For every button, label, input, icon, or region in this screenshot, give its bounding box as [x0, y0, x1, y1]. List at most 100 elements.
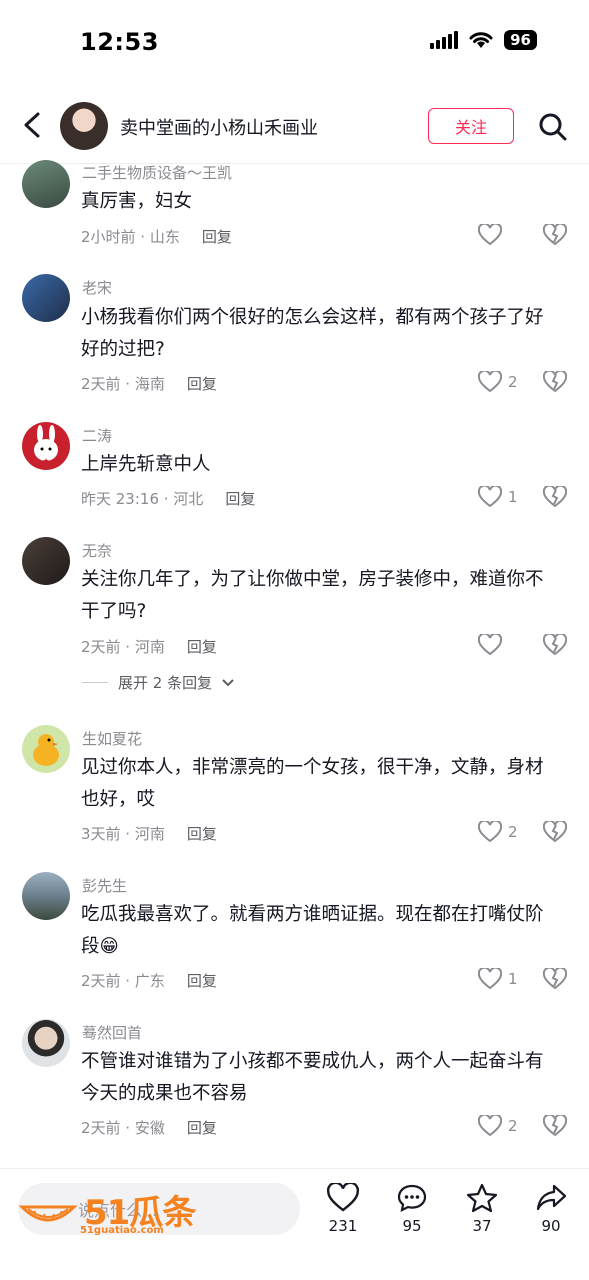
heart-icon: [327, 1183, 359, 1212]
dislike-icon[interactable]: [543, 1115, 567, 1137]
comment-meta: 2天前 · 海南 回复: [81, 373, 217, 394]
reply-button[interactable]: 回复: [187, 825, 217, 843]
commenter-avatar[interactable]: [22, 422, 70, 470]
dislike-icon[interactable]: [543, 821, 567, 843]
comment-meta: 3天前 · 河南 回复: [81, 823, 217, 844]
heart-icon: [478, 486, 502, 508]
dislike-icon[interactable]: [543, 224, 567, 246]
dislike-icon[interactable]: [543, 371, 567, 393]
like-button[interactable]: [478, 634, 508, 656]
heart-icon: [478, 224, 502, 246]
comment-meta: 昨天 23:16 · 河北 回复: [81, 488, 255, 509]
like-count: 1: [508, 970, 518, 988]
share-total: 90: [541, 1217, 561, 1235]
bottom-bar: 说点什么... 51瓜条 51guatiao.com 231 95 37 90: [0, 1168, 589, 1280]
author-name[interactable]: 卖中堂画的小杨山禾画业: [120, 114, 318, 140]
status-icons: 96: [430, 30, 537, 50]
reply-button[interactable]: 回复: [187, 972, 217, 990]
follow-button[interactable]: 关注: [428, 108, 514, 144]
like-button[interactable]: 1: [478, 486, 518, 508]
comment-total: 95: [402, 1217, 422, 1235]
like-count: 2: [508, 823, 518, 841]
author-avatar[interactable]: [60, 102, 108, 150]
commenter-avatar[interactable]: [22, 160, 70, 208]
comment-meta: 2小时前 · 山东 回复: [81, 226, 232, 247]
expand-replies-button[interactable]: 展开 2 条回复: [82, 672, 234, 693]
commenter-avatar[interactable]: [22, 537, 70, 585]
battery-indicator: 96: [504, 30, 537, 50]
favorite-action[interactable]: 37: [452, 1183, 512, 1235]
reply-button[interactable]: 回复: [187, 638, 217, 656]
commenter-avatar[interactable]: [22, 725, 70, 773]
commenter-name[interactable]: 二手生物质设备～王凯: [82, 162, 232, 183]
commenter-name[interactable]: 无奈: [82, 540, 112, 561]
comment-action[interactable]: 95: [382, 1183, 442, 1235]
comment-text: 不管谁对谁错为了小孩都不要成仇人，两个人一起奋斗有今天的成果也不容易: [81, 1051, 544, 1104]
like-button[interactable]: 2: [478, 371, 518, 393]
reply-button[interactable]: 回复: [187, 1119, 217, 1137]
commenter-name[interactable]: 二涛: [82, 425, 112, 446]
comment-time: 2天前 · 海南: [81, 375, 165, 393]
commenter-avatar[interactable]: [22, 872, 70, 920]
comment-text: 上岸先斩意中人: [81, 454, 211, 475]
heart-icon: [478, 968, 502, 990]
heart-icon: [478, 1115, 502, 1137]
divider: [82, 682, 108, 683]
like-button[interactable]: [478, 224, 508, 246]
comment-time: 2天前 · 广东: [81, 972, 165, 990]
comment-text: 关注你几年了，为了让你做中堂，房子装修中，难道你不干了吗?: [81, 569, 544, 622]
chevron-down-icon: [222, 678, 234, 686]
reply-button[interactable]: 回复: [202, 228, 232, 246]
comment-input-placeholder: 说点什么...: [78, 1201, 158, 1220]
comment-time: 3天前 · 河南: [81, 825, 165, 843]
heart-icon: [478, 634, 502, 656]
commenter-name[interactable]: 彭先生: [82, 875, 127, 896]
like-button[interactable]: 1: [478, 968, 518, 990]
rabbit-avatar-icon: [34, 425, 58, 463]
like-count: 2: [508, 373, 518, 391]
signal-icon: [430, 31, 459, 49]
share-action[interactable]: 90: [521, 1183, 581, 1235]
comment-time: 2小时前 · 山东: [81, 228, 180, 246]
commenter-name[interactable]: 蓦然回首: [82, 1022, 142, 1043]
comment-text: 真厉害，妇女: [81, 191, 193, 212]
comment-time: 昨天 23:16 · 河北: [81, 490, 204, 508]
search-icon[interactable]: [538, 112, 568, 142]
heart-icon: [478, 821, 502, 843]
star-icon: [466, 1183, 498, 1213]
comment-bubble-icon: [397, 1184, 427, 1212]
commenter-avatar[interactable]: [22, 1019, 70, 1067]
commenter-avatar[interactable]: [22, 274, 70, 322]
reply-button[interactable]: 回复: [187, 375, 217, 393]
status-bar: 12:53 96: [0, 0, 589, 86]
comment-input[interactable]: 说点什么...: [18, 1183, 300, 1235]
comment-meta: 2天前 · 广东 回复: [81, 970, 217, 991]
share-arrow-icon: [536, 1184, 567, 1211]
comment-text: 见过你本人，非常漂亮的一个女孩，很干净，文静，身材也好，哎: [81, 757, 544, 810]
status-time: 12:53: [80, 28, 159, 56]
dislike-icon[interactable]: [543, 486, 567, 508]
dislike-icon[interactable]: [543, 968, 567, 990]
like-action[interactable]: 231: [313, 1183, 373, 1235]
like-count: 2: [508, 1117, 518, 1135]
heart-icon: [478, 371, 502, 393]
comment-meta: 2天前 · 安徽 回复: [81, 1117, 217, 1138]
like-button[interactable]: 2: [478, 1115, 518, 1137]
comment-text: 小杨我看你们两个很好的怎么会这样，都有两个孩子了好好的过把?: [81, 307, 544, 360]
comment-meta: 2天前 · 河南 回复: [81, 636, 217, 657]
header: 卖中堂画的小杨山禾画业 关注: [0, 86, 589, 164]
duck-avatar-icon: [33, 734, 59, 766]
reply-button[interactable]: 回复: [225, 490, 255, 508]
back-icon[interactable]: [18, 110, 46, 140]
like-count: 1: [508, 488, 518, 506]
commenter-name[interactable]: 老宋: [82, 277, 112, 298]
like-button[interactable]: 2: [478, 821, 518, 843]
like-total: 231: [328, 1217, 358, 1235]
dislike-icon[interactable]: [543, 634, 567, 656]
comment-time: 2天前 · 河南: [81, 638, 165, 656]
wifi-icon: [469, 32, 493, 48]
commenter-name[interactable]: 生如夏花: [82, 728, 142, 749]
favorite-total: 37: [472, 1217, 492, 1235]
comment-text: 吃瓜我最喜欢了。就看两方谁晒证据。现在都在打嘴仗阶段😁: [81, 904, 544, 957]
expand-replies-label: 展开 2 条回复: [118, 674, 213, 692]
